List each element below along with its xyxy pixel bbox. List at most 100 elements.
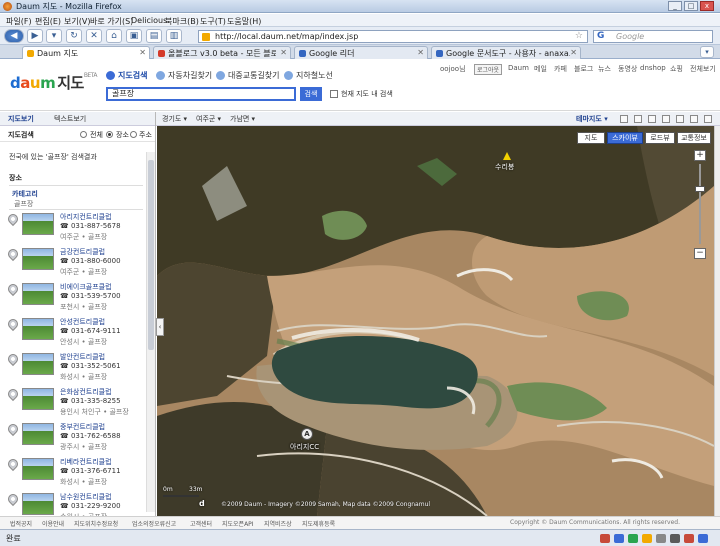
addon-icon-2[interactable]: ▤ <box>146 29 162 43</box>
map-pin-icon[interactable] <box>5 456 21 472</box>
measure-icon[interactable] <box>676 115 684 123</box>
minimize-button[interactable]: _ <box>668 1 682 11</box>
addon-status-icon-8[interactable] <box>698 534 708 543</box>
menu-tools[interactable]: 도구(T) <box>200 16 226 27</box>
result-item[interactable]: 은화삼컨트리클럽 ☎ 031-335-8255 용인시 처인구 • 골프장 <box>5 386 146 423</box>
footer-link-error-report[interactable]: 업소의정오류신고 <box>132 519 176 528</box>
map-pin-icon[interactable] <box>5 491 21 507</box>
zoom-slider-track[interactable] <box>699 164 701 244</box>
map-search-button[interactable]: 검색 <box>300 87 322 101</box>
addon-status-icon-2[interactable] <box>614 534 624 543</box>
footer-link-local-biz[interactable]: 지역비즈상 <box>264 519 292 528</box>
scrollbar-thumb[interactable] <box>148 160 154 350</box>
footer-link-partnership[interactable]: 지도제휴등록 <box>302 519 335 528</box>
result-name[interactable]: 안성컨트리클럽 <box>60 317 105 327</box>
category-value[interactable]: 골프장 <box>14 199 33 209</box>
collapse-sidebar-button[interactable]: ‹ <box>156 318 164 336</box>
tab-daum-map[interactable]: Daum 지도 ✕ <box>22 46 150 59</box>
addon-status-icon-7[interactable] <box>684 534 694 543</box>
nav-blog[interactable]: 블로그 <box>574 64 593 74</box>
result-thumbnail[interactable] <box>22 493 54 515</box>
result-thumbnail[interactable] <box>22 388 54 410</box>
addon-status-icon-1[interactable] <box>600 534 610 543</box>
home-button[interactable]: ⌂ <box>106 29 122 43</box>
map-pin-icon[interactable] <box>5 316 21 332</box>
close-button[interactable]: x <box>700 1 714 11</box>
result-name[interactable]: 은화삼컨트리클럽 <box>60 387 112 397</box>
maptype-skyview[interactable]: 스카이뷰 <box>607 132 643 144</box>
tab-text-view[interactable]: 텍스트보기 <box>54 114 86 124</box>
map-pin-icon[interactable] <box>5 211 21 227</box>
footer-link-support[interactable]: 고객센터 <box>190 519 212 528</box>
mode-subway[interactable]: 지하철노선 <box>284 70 333 81</box>
menu-view[interactable]: 보기(V) <box>64 16 90 27</box>
nav-video[interactable]: 동영상 <box>618 64 637 74</box>
theme-map-dropdown[interactable]: 테마지도 ▾ <box>576 114 608 124</box>
result-name[interactable]: 비에이크골프클럽 <box>60 282 112 292</box>
save-icon[interactable] <box>634 115 642 123</box>
map-search-input[interactable]: 골프장 <box>106 87 296 101</box>
result-item[interactable]: 아리지컨트리클럽 ☎ 031-887-5678 여주군 • 골프장 <box>5 211 146 248</box>
result-thumbnail[interactable] <box>22 318 54 340</box>
map-scrollbar[interactable] <box>714 126 720 516</box>
maptype-roadview[interactable]: 로드뷰 <box>645 132 675 144</box>
maximize-button[interactable]: □ <box>684 1 698 11</box>
addon-status-icon-3[interactable] <box>628 534 638 543</box>
tab-map-view[interactable]: 지도보기 <box>8 114 34 124</box>
result-item[interactable]: 비에이크골프클럽 ☎ 031-539-5700 포천시 • 골프장 <box>5 281 146 318</box>
reload-button[interactable]: ↻ <box>66 29 82 43</box>
mode-car-route[interactable]: 자동차길찾기 <box>156 70 212 81</box>
footer-link-openapi[interactable]: 지도오픈API <box>222 519 254 528</box>
footer-link-legal[interactable]: 법적공지 <box>10 519 32 528</box>
footer-link-guide[interactable]: 이용안내 <box>42 519 64 528</box>
result-thumbnail[interactable] <box>22 248 54 270</box>
result-item[interactable]: 리베라컨트리클럽 ☎ 031-376-6711 화성시 • 골프장 <box>5 456 146 493</box>
tab-list-button[interactable]: ▾ <box>700 46 714 58</box>
breadcrumb-province[interactable]: 경기도 ▾ <box>162 114 187 124</box>
url-bar[interactable]: http://local.daum.net/map/index.jsp ☆ <box>198 30 588 43</box>
map-pin-icon[interactable] <box>5 281 21 297</box>
menu-edit[interactable]: 편집(E) <box>35 16 61 27</box>
result-name[interactable]: 리베라컨트리클럽 <box>60 457 112 467</box>
result-item[interactable]: 안성컨트리클럽 ☎ 031-674-9111 안성시 • 골프장 <box>5 316 146 353</box>
result-item[interactable]: 발안컨트리클럽 ☎ 031-352-5061 화성시 • 골프장 <box>5 351 146 388</box>
result-name[interactable]: 금강컨트리클럽 <box>60 247 105 257</box>
nav-daum[interactable]: Daum <box>508 64 529 72</box>
addon-status-icon-4[interactable] <box>642 534 652 543</box>
maptype-map[interactable]: 지도 <box>577 132 605 144</box>
satellite-map[interactable]: 지도 스카이뷰 로드뷰 교통정보 + − 수리봉 A 아리지CC 0m 33m … <box>157 126 714 516</box>
addon-status-icon-6[interactable] <box>670 534 680 543</box>
link-icon[interactable] <box>662 115 670 123</box>
bookmark-star-icon[interactable]: ☆ <box>575 31 583 41</box>
zoom-slider-handle[interactable] <box>695 186 705 192</box>
nav-cafe[interactable]: 카페 <box>554 64 567 74</box>
radio-all[interactable] <box>80 131 87 138</box>
area-icon[interactable] <box>690 115 698 123</box>
map-pin-icon[interactable] <box>5 386 21 402</box>
addon-icon-1[interactable]: ▣ <box>126 29 142 43</box>
map-pin-icon[interactable] <box>5 421 21 437</box>
nav-news[interactable]: 뉴스 <box>598 64 611 74</box>
menu-delicious[interactable]: Delicious <box>131 16 167 25</box>
footer-link-location-fix[interactable]: 지도위치수정요청 <box>74 519 118 528</box>
maptype-traffic[interactable]: 교통정보 <box>677 132 711 144</box>
tab-google-docs[interactable]: Google 문서도구 - 사용자 - anaxa... ✕ <box>431 46 581 59</box>
nav-mail[interactable]: 메일 <box>534 64 547 74</box>
nav-shopping[interactable]: 쇼핑 <box>670 64 683 74</box>
forward-button[interactable]: ▶ <box>27 29 43 43</box>
mode-transit-route[interactable]: 대중교통길찾기 <box>216 70 280 81</box>
tab-close-icon[interactable]: ✕ <box>139 48 146 57</box>
result-thumbnail[interactable] <box>22 213 54 235</box>
radio-address[interactable] <box>130 131 137 138</box>
search-in-map-checkbox[interactable] <box>330 90 338 98</box>
tab-allblog[interactable]: 올블로그 v3.0 beta - 모든 블로거... ✕ <box>153 46 291 59</box>
back-button[interactable]: ◀ <box>4 29 24 43</box>
zoom-in-button[interactable]: + <box>694 150 706 161</box>
web-search-box[interactable]: G Google <box>593 30 713 43</box>
logout-button[interactable]: 로그아웃 <box>474 64 503 75</box>
result-name[interactable]: 발안컨트리클럽 <box>60 352 105 362</box>
mail-icon[interactable] <box>648 115 656 123</box>
result-thumbnail[interactable] <box>22 353 54 375</box>
poi-marker-a[interactable]: A <box>301 428 313 440</box>
breadcrumb-town[interactable]: 가남면 ▾ <box>230 114 255 124</box>
